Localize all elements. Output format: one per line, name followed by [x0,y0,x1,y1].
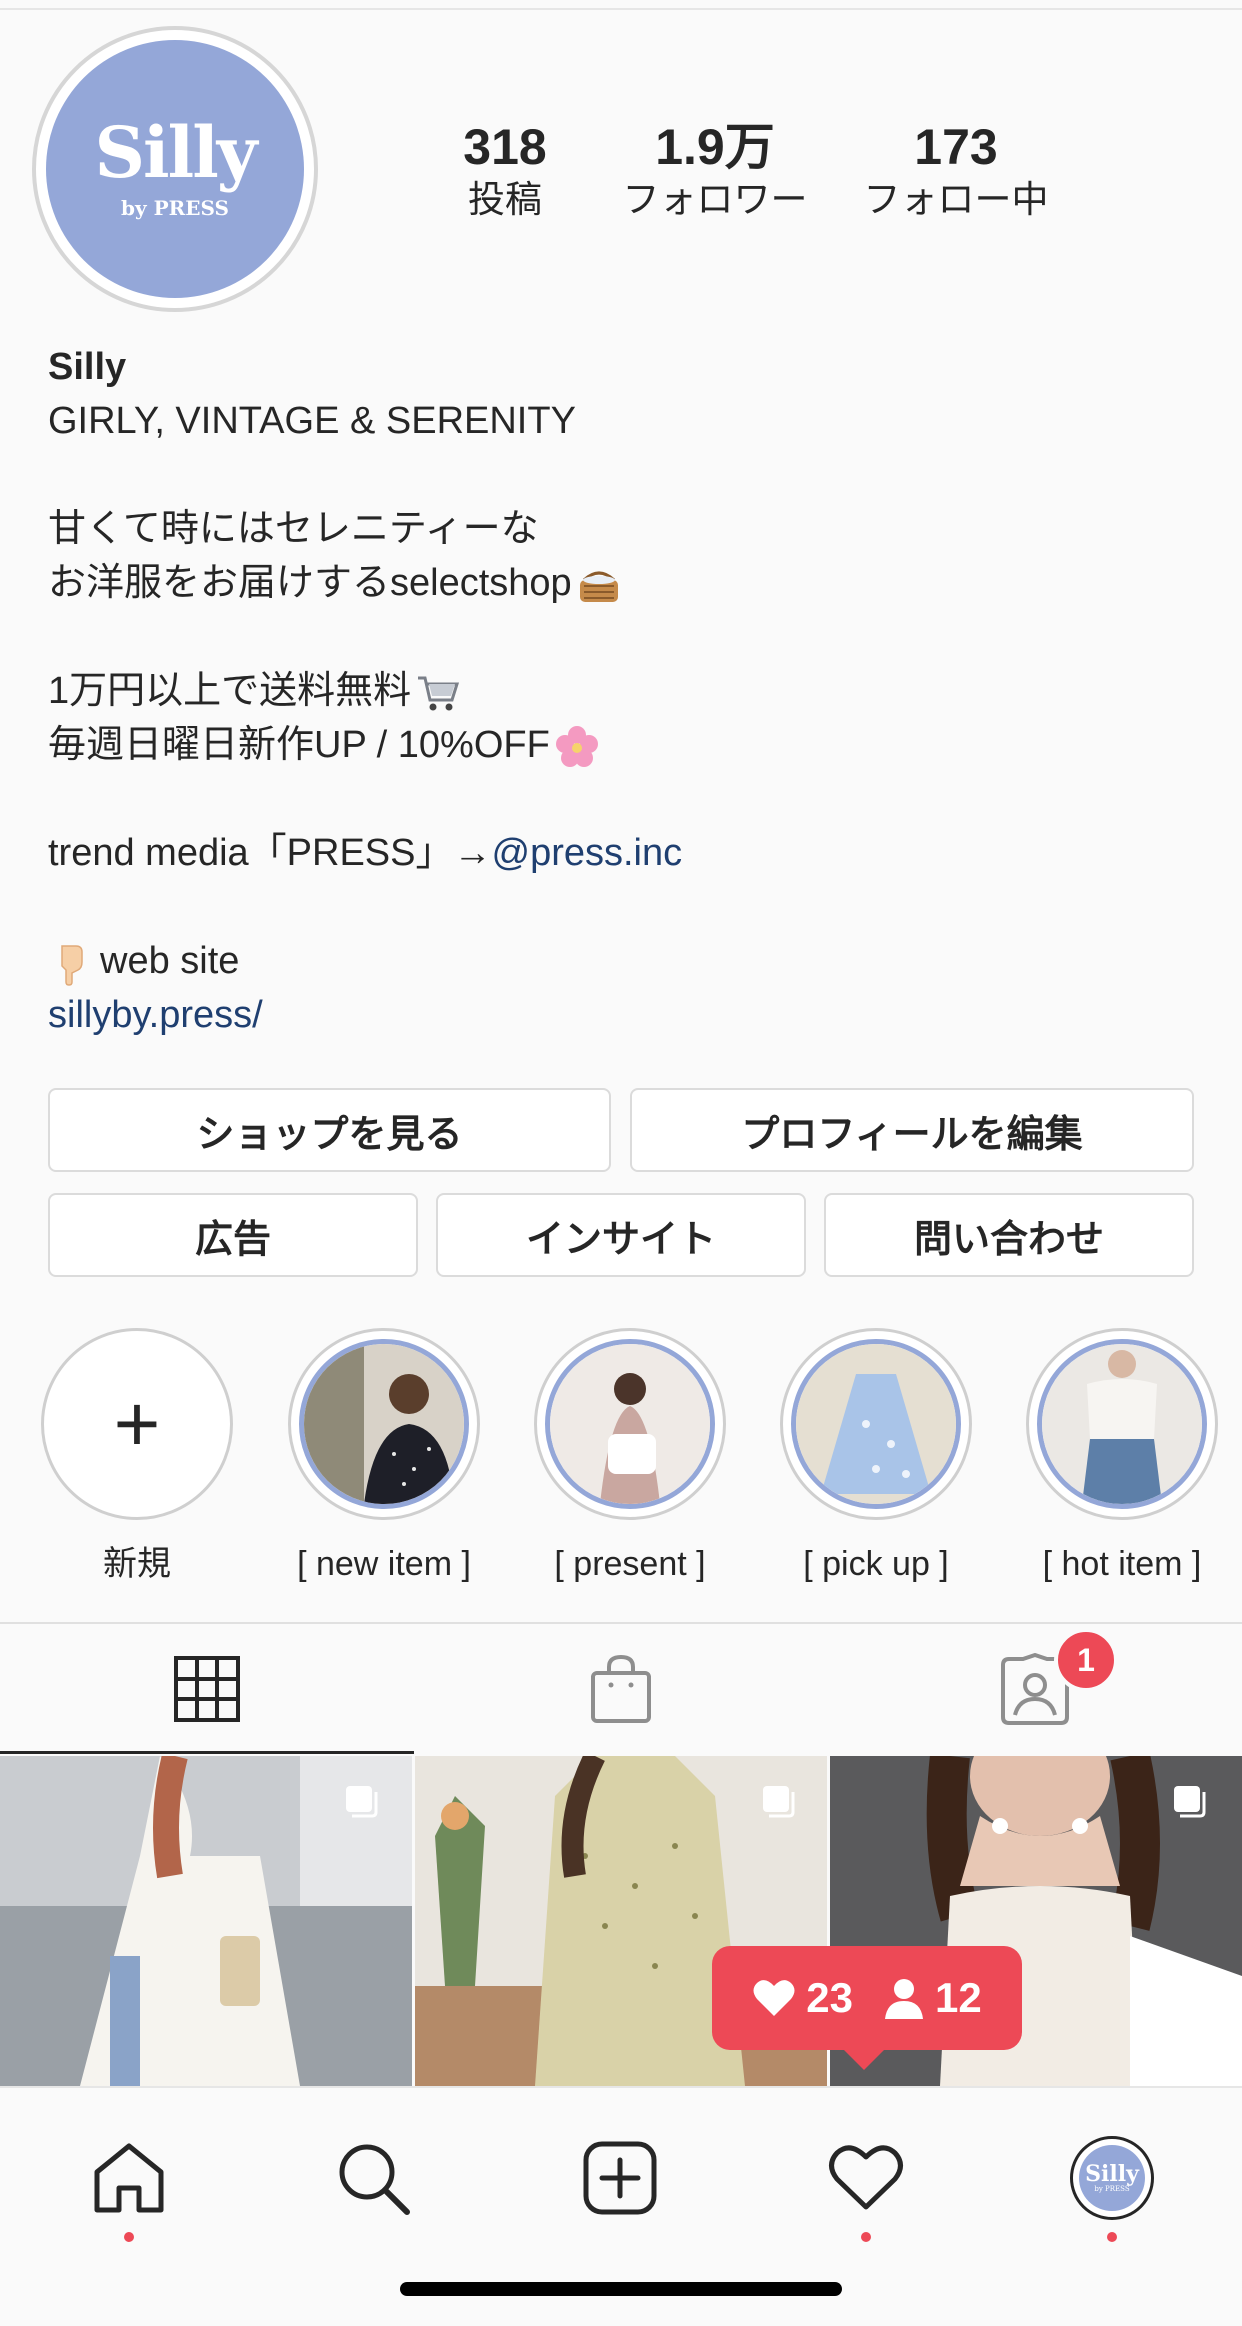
nav-add-post[interactable] [560,2118,680,2238]
home-activity-dot [124,2232,134,2242]
highlight-new-item[interactable]: [ new item ] [288,1328,480,1586]
highlight-hot-item[interactable]: [ hot item ] [1026,1328,1218,1586]
multiple-photos-icon [346,1786,378,1818]
bio-line-2: お洋服をお届けするselectshop [48,562,572,604]
activity-dot [861,2232,871,2242]
bio-line-3-row: 1万円以上で送料無料 [48,664,1198,718]
home-indicator [400,2282,842,2296]
insights-button[interactable]: インサイト [436,1193,806,1277]
highlight-thumb [545,1339,715,1509]
tab-tagged[interactable] [828,1624,1242,1754]
highlight-new[interactable]: + 新規 [41,1328,233,1586]
likes-activity: 23 [752,1974,853,2022]
cart-emoji-icon [418,676,460,711]
nav-profile[interactable]: Silly by PRESS [1052,2118,1172,2238]
nav-search[interactable] [313,2118,433,2238]
nav-activity[interactable] [806,2118,926,2238]
highlight-label: [ new item ] [297,1545,471,1583]
tooltip-arrow [842,2048,886,2070]
post-thumbnail[interactable] [0,1756,412,2086]
bio-line-3: 1万円以上で送料無料 [48,670,412,712]
blossom-emoji-icon [555,725,598,767]
bio-line-6: web site [100,940,240,982]
basket-emoji-icon [579,571,618,602]
search-icon [339,2144,410,2215]
highlight-pick-up[interactable]: [ pick up ] [780,1328,972,1586]
highlight-label: [ hot item ] [1042,1545,1202,1583]
plus-icon: + [113,1379,161,1468]
profile-avatar[interactable]: Silly by PRESS [32,26,318,312]
profile-activity-dot [1107,2232,1117,2242]
status-bar-divider [0,0,1242,10]
posts-label: 投稿 [468,179,542,220]
multiple-photos-icon [1174,1786,1206,1818]
bio-line-2-row: お洋服をお届けするselectshop [48,556,1198,610]
bio-line-4-row: 毎週日曜日新作UP / 10%OFF [48,718,1198,772]
highlight-thumb [1037,1339,1207,1509]
posts-grid [0,1756,1242,2086]
following-label: フォロー中 [863,179,1049,220]
heart-filled-icon [753,1980,795,2016]
mini-avatar-text: Silly [1085,2161,1139,2187]
ads-button[interactable]: 広告 [48,1193,418,1277]
profile-bio: Silly GIRLY, VINTAGE & SERENITY 甘くて時にはセレ… [48,340,1198,1042]
followers-activity: 12 [883,1974,982,2022]
following-stat[interactable]: 173 フォロー中 [836,118,1076,224]
website-link[interactable]: sillyby.press/ [48,988,1198,1042]
tab-shop[interactable] [414,1624,828,1754]
home-icon [94,2143,164,2213]
bio-line-4: 毎週日曜日新作UP / 10%OFF [48,724,550,766]
bio-line-6-row: web site [48,934,1198,988]
highlight-thumb [791,1339,961,1509]
bio-line-5-row: trend media「PRESS」→@press.inc [48,826,1198,880]
person-filled-icon [885,1979,923,2019]
followers-activity-count: 12 [935,1974,982,2021]
nav-home[interactable] [69,2118,189,2238]
heart-icon [829,2145,903,2210]
highlight-label: [ pick up ] [803,1545,949,1583]
avatar-logo: Silly by PRESS [46,40,304,298]
new-highlight-ring: + [41,1328,233,1520]
posts-stat[interactable]: 318 投稿 [385,118,625,224]
pointing-down-emoji-icon [61,945,83,986]
shopping-bag-icon [591,1654,651,1723]
profile-stats: 318 投稿 1.9万 フォロワー 173 フォロー中 [390,118,1090,228]
edit-profile-button[interactable]: プロフィールを編集 [630,1088,1194,1172]
highlight-new-label: 新規 [103,1545,171,1583]
followers-count: 1.9万 [655,119,775,175]
bio-line-1: 甘くて時にはセレニティーな [48,508,539,550]
mini-avatar-sub: by PRESS [1094,2185,1130,2193]
tagged-notification-badge: 1 [1054,1628,1118,1692]
profile-tabs [0,1622,1242,1754]
profile-name: Silly [48,346,127,388]
followers-label: フォロワー [622,179,808,220]
highlight-label: [ present ] [554,1545,706,1583]
posts-count: 318 [463,119,547,175]
avatar-brand-text: Silly [94,111,257,194]
following-count: 173 [914,119,998,175]
view-shop-button[interactable]: ショップを見る [48,1088,611,1172]
multiple-photos-icon [763,1786,795,1818]
followers-stat[interactable]: 1.9万 フォロワー [595,118,835,224]
profile-avatar-small: Silly by PRESS [1070,2136,1154,2220]
add-post-icon [583,2141,657,2215]
tab-grid[interactable] [0,1624,414,1754]
likes-count: 23 [806,1974,853,2021]
contact-button[interactable]: 問い合わせ [824,1193,1194,1277]
avatar-sub-text: by PRESS [121,196,229,220]
highlight-thumb [299,1339,469,1509]
activity-tooltip[interactable]: 23 12 [712,1946,1022,2050]
profile-tagline: GIRLY, VINTAGE & SERENITY [48,400,576,442]
press-mention-link[interactable]: @press.inc [492,832,683,874]
grid-icon [174,1656,240,1722]
bio-line-5-prefix: trend media「PRESS」→ [48,832,492,874]
highlight-present[interactable]: [ present ] [534,1328,726,1586]
